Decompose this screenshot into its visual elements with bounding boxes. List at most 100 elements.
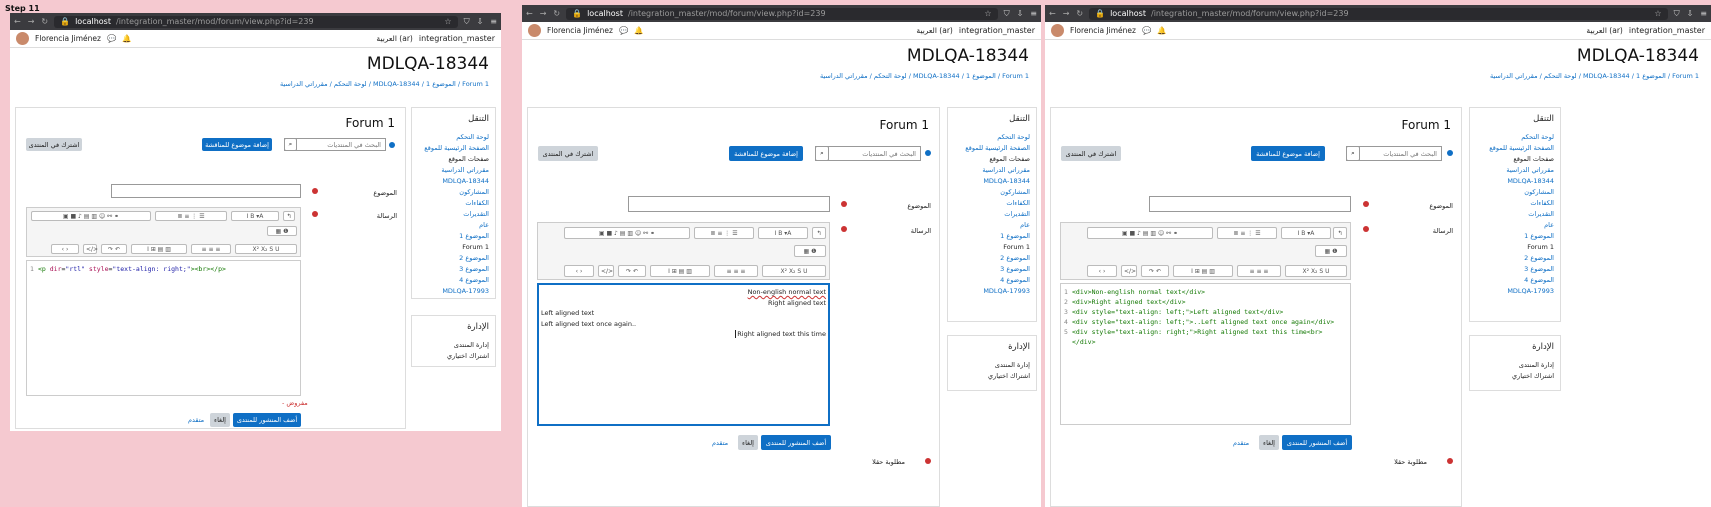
html-source-editor[interactable]: 1 <div>Non-english normal text</div> 2 <di… — [1060, 283, 1351, 425]
nav-item[interactable]: التقديرات — [418, 209, 489, 220]
nav-item[interactable]: الموضوع 4 — [954, 275, 1030, 286]
nav-item[interactable]: MDLQA-18344 — [418, 176, 489, 187]
tb-group-7[interactable]: I ⊞ ▤ ▥ — [131, 244, 187, 254]
wysiwyg-editor[interactable]: Non-english normal text Right aligned te… — [537, 283, 830, 426]
tb-group-5[interactable]: ‹ › — [51, 244, 79, 254]
html-toggle-button[interactable]: </> — [83, 244, 98, 254]
tb-group-4[interactable]: ▦ ❶ — [1315, 245, 1347, 257]
nav-item[interactable]: مقرراتي الدراسية — [418, 165, 489, 176]
search-input[interactable]: البحث في المنتديات — [1346, 146, 1442, 161]
nav-item-current[interactable]: Forum 1 — [418, 242, 489, 253]
admin-item[interactable]: اشتراك اختياري — [1476, 371, 1554, 382]
nav-item[interactable]: الكفاءات — [954, 198, 1030, 209]
menu-icon[interactable]: ≡ — [490, 17, 497, 27]
site-name[interactable]: integration_master — [959, 26, 1035, 35]
add-discussion-button[interactable]: إضافة موضوع للمناقشة — [729, 146, 803, 161]
admin-item[interactable]: إدارة المنتدى — [954, 360, 1030, 371]
tb-group-9[interactable]: X² X₂ S U — [762, 265, 826, 277]
menu-icon[interactable]: ≡ — [1700, 9, 1707, 19]
post-to-forum-button[interactable]: أضف المنشور للمنتدى — [761, 435, 831, 450]
search-button[interactable]: ⌕ — [1346, 146, 1360, 161]
tb-group-8[interactable]: ≡ ≡ ≡ — [714, 265, 758, 277]
nav-item[interactable]: MDLQA-17993 — [418, 286, 489, 297]
tb-group-9[interactable]: X² X₂ S U — [1285, 265, 1347, 277]
chat-icon[interactable]: 💬 — [1142, 26, 1151, 35]
avatar[interactable] — [16, 32, 29, 45]
forward-icon[interactable]: → — [540, 9, 547, 18]
add-discussion-button[interactable]: إضافة موضوع للمناقشة — [1251, 146, 1325, 161]
tb-group-4[interactable]: ▦ ❶ — [794, 245, 826, 257]
extensions-icon[interactable]: ⇩ — [1017, 9, 1024, 19]
bell-icon[interactable]: 🔔 — [634, 26, 643, 35]
nav-item[interactable]: لوحة التحكم — [418, 132, 489, 143]
address-bar[interactable]: 🔒 localhost/integration_master/mod/forum/… — [54, 15, 458, 28]
add-discussion-button[interactable]: إضافة موضوع للمناقشة — [202, 138, 272, 151]
tb-group-3[interactable]: I B ▾A — [231, 211, 279, 221]
advanced-link[interactable]: متقدم — [1233, 439, 1249, 447]
back-icon[interactable]: ← — [526, 9, 533, 18]
reload-icon[interactable]: ↻ — [41, 17, 48, 26]
user-name[interactable]: Florencia Jiménez — [35, 34, 101, 43]
nav-item[interactable]: عام — [1476, 220, 1554, 231]
html-source-editor[interactable]: 1 <p dir="rtl" style="text-align: right;"… — [26, 260, 301, 396]
nav-item[interactable]: الموضوع 3 — [954, 264, 1030, 275]
nav-item[interactable]: الموضوع 2 — [418, 253, 489, 264]
tb-group-1[interactable]: ▣ ■ ♪ ▤ ▥ ☺ ⚯ ⚭ — [31, 211, 151, 221]
breadcrumb[interactable]: لوحة التحكم / مقرراتي الدراسية / MDLQA-1… — [10, 74, 501, 88]
post-to-forum-button[interactable]: أضف المنشور للمنتدى — [1282, 435, 1352, 450]
user-name[interactable]: Florencia Jiménez — [1070, 26, 1136, 35]
nav-item[interactable]: لوحة التحكم — [1476, 132, 1554, 143]
nav-buttons[interactable]: ← → ↻ — [14, 17, 48, 26]
nav-item[interactable]: الصفحة الرئيسية للموقع — [954, 143, 1030, 154]
menu-icon[interactable]: ≡ — [1030, 9, 1037, 19]
tb-group-3[interactable]: I B ▾A — [1281, 227, 1331, 239]
post-to-forum-button[interactable]: أضف المنشور للمنتدى — [233, 413, 301, 427]
tb-group-2[interactable]: ≣ ≡ ⋮ ☰ — [1217, 227, 1277, 239]
tb-group-7[interactable]: I ⊞ ▤ ▥ — [1173, 265, 1233, 277]
cancel-button[interactable]: إلغاء — [210, 413, 230, 427]
subscribe-button[interactable]: اشترك في المنتدى — [1061, 146, 1121, 161]
back-icon[interactable]: ← — [1049, 9, 1056, 18]
nav-item[interactable]: الموضوع 2 — [954, 253, 1030, 264]
nav-item[interactable]: الموضوع 3 — [418, 264, 489, 275]
nav-item[interactable]: MDLQA-17993 — [954, 286, 1030, 297]
nav-item[interactable]: الموضوع 1 — [418, 231, 489, 242]
nav-item[interactable]: لوحة التحكم — [954, 132, 1030, 143]
back-icon[interactable]: ← — [14, 17, 21, 26]
tb-collapse[interactable]: ↰ — [283, 211, 295, 221]
html-toggle-button[interactable]: </> — [598, 265, 614, 277]
advanced-link[interactable]: متقدم — [712, 439, 728, 447]
nav-item[interactable]: التقديرات — [954, 209, 1030, 220]
tb-group-5[interactable]: ‹ › — [564, 265, 594, 277]
address-bar[interactable]: 🔒 localhost/integration_master/mod/forum/… — [1089, 7, 1668, 20]
nav-item[interactable]: الكفاءات — [418, 198, 489, 209]
tb-group-6[interactable]: ↷ ↶ — [1141, 265, 1169, 277]
language-menu[interactable]: العربية (ar) — [376, 34, 412, 43]
nav-item[interactable]: الكفاءات — [1476, 198, 1554, 209]
nav-buttons[interactable]: ← → ↻ — [526, 9, 560, 18]
extensions-icon[interactable]: ⇩ — [477, 17, 484, 27]
admin-item[interactable]: إدارة المنتدى — [1476, 360, 1554, 371]
subscribe-button[interactable]: اشترك في المنتدى — [538, 146, 598, 161]
html-toggle-button[interactable]: </> — [1121, 265, 1137, 277]
tb-group-5[interactable]: ‹ › — [1087, 265, 1117, 277]
admin-item[interactable]: اشتراك اختياري — [418, 351, 489, 362]
tb-collapse[interactable]: ↰ — [1333, 227, 1347, 239]
search-input[interactable]: البحث في المنتديات — [815, 146, 921, 161]
admin-item[interactable]: إدارة المنتدى — [418, 340, 489, 351]
nav-item[interactable]: الموضوع 4 — [418, 275, 489, 286]
tb-group-1[interactable]: ▣ ■ ♪ ▤ ▥ ☺ ⚯ ⚭ — [1087, 227, 1213, 239]
help-icon[interactable] — [925, 150, 931, 156]
subscribe-button[interactable]: اشترك في المنتدى — [26, 138, 82, 151]
nav-buttons[interactable]: ← → ↻ — [1049, 9, 1083, 18]
cancel-button[interactable]: إلغاء — [738, 435, 758, 450]
nav-item[interactable]: MDLQA-18344 — [1476, 176, 1554, 187]
reload-icon[interactable]: ↻ — [553, 9, 560, 18]
tb-group-8[interactable]: ≡ ≡ ≡ — [191, 244, 231, 254]
tb-group-1[interactable]: ▣ ■ ♪ ▤ ▥ ☺ ⚯ ⚭ — [564, 227, 690, 239]
nav-item[interactable]: الموضوع 4 — [1476, 275, 1554, 286]
avatar[interactable] — [1051, 24, 1064, 37]
bell-icon[interactable]: 🔔 — [122, 34, 131, 43]
nav-item[interactable]: عام — [418, 220, 489, 231]
tb-group-8[interactable]: ≡ ≡ ≡ — [1237, 265, 1281, 277]
